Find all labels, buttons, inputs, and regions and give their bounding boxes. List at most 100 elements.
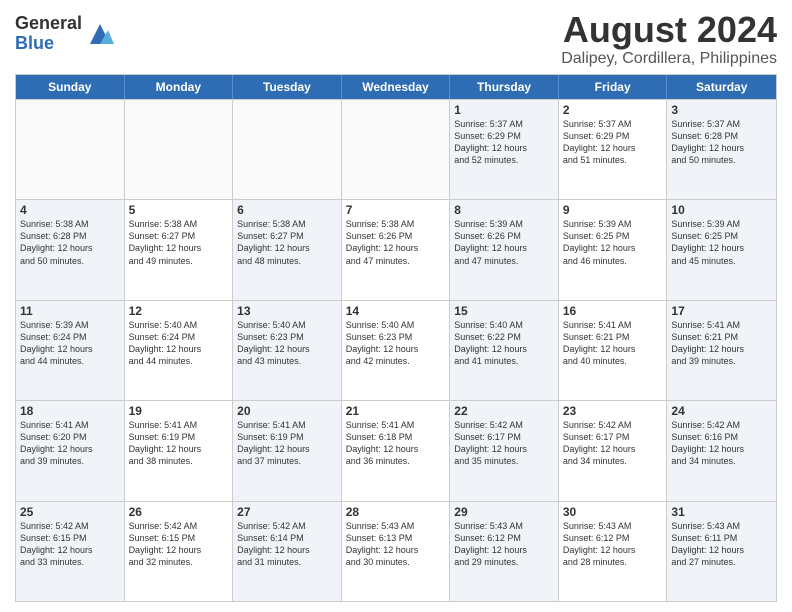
day-cell-19: 19 Sunrise: 5:41 AM Sunset: 6:19 PM Dayli… [125,401,234,500]
day-number: 13 [237,304,337,318]
day-number: 15 [454,304,554,318]
day-cell-23: 23Sunrise: 5:42 AM Sunset: 6:17 PM Dayli… [559,401,668,500]
day-cell-1: 1 Sunrise: 5:37 AM Sunset: 6:29 PM Daylig… [450,100,559,199]
day-cell-22: 22Sunrise: 5:42 AM Sunset: 6:17 PM Dayli… [450,401,559,500]
day-cell-17: 17 Sunrise: 5:41 AM Sunset: 6:21 PM Dayli… [667,301,776,400]
day-number: 4 [20,203,120,217]
day-number: 24 [671,404,772,418]
title-block: August 2024 Dalipey, Cordillera, Philipp… [561,10,777,68]
day-cell-20: 20 Sunrise: 5:41 AM Sunset: 6:19 PM Dayli… [233,401,342,500]
day-number: 21 [346,404,446,418]
week-row-0: 1 Sunrise: 5:37 AM Sunset: 6:29 PM Daylig… [16,99,776,199]
day-cell-13: 13Sunrise: 5:40 AM Sunset: 6:23 PM Dayli… [233,301,342,400]
day-number: 9 [563,203,663,217]
day-info: Sunrise: 5:40 AM Sunset: 6:22 PM Dayligh… [454,320,527,366]
day-number: 30 [563,505,663,519]
day-number: 18 [20,404,120,418]
day-info: Sunrise: 5:38 AM Sunset: 6:27 PM Dayligh… [129,219,202,265]
day-cell-9: 9 Sunrise: 5:39 AM Sunset: 6:25 PM Daylig… [559,200,668,299]
day-cell-16: 16 Sunrise: 5:41 AM Sunset: 6:21 PM Dayli… [559,301,668,400]
day-cell-8: 8Sunrise: 5:39 AM Sunset: 6:26 PM Daylig… [450,200,559,299]
day-info: Sunrise: 5:39 AM Sunset: 6:24 PM Dayligh… [20,320,93,366]
day-cell-28: 28Sunrise: 5:43 AM Sunset: 6:13 PM Dayli… [342,502,451,601]
day-cell-29: 29 Sunrise: 5:43 AM Sunset: 6:12 PM Dayli… [450,502,559,601]
day-info: Sunrise: 5:43 AM Sunset: 6:12 PM Dayligh… [454,521,527,567]
day-number: 23 [563,404,663,418]
day-number: 14 [346,304,446,318]
day-info: Sunrise: 5:42 AM Sunset: 6:15 PM Dayligh… [20,521,93,567]
day-number: 5 [129,203,229,217]
day-number: 11 [20,304,120,318]
day-number: 20 [237,404,337,418]
day-cell-15: 15 Sunrise: 5:40 AM Sunset: 6:22 PM Dayli… [450,301,559,400]
calendar-header: SundayMondayTuesdayWednesdayThursdayFrid… [16,75,776,99]
logo-general: General [15,14,82,34]
logo-text: General Blue [15,14,82,54]
day-header-wednesday: Wednesday [342,75,451,99]
day-cell-7: 7Sunrise: 5:38 AM Sunset: 6:26 PM Daylig… [342,200,451,299]
day-cell-14: 14 Sunrise: 5:40 AM Sunset: 6:23 PM Dayli… [342,301,451,400]
logo-icon [86,20,114,48]
day-number: 25 [20,505,120,519]
day-info: Sunrise: 5:37 AM Sunset: 6:29 PM Dayligh… [454,119,527,165]
empty-cell [125,100,234,199]
day-number: 19 [129,404,229,418]
day-cell-11: 11 Sunrise: 5:39 AM Sunset: 6:24 PM Dayli… [16,301,125,400]
day-cell-24: 24 Sunrise: 5:42 AM Sunset: 6:16 PM Dayli… [667,401,776,500]
day-info: Sunrise: 5:42 AM Sunset: 6:16 PM Dayligh… [671,420,744,466]
day-info: Sunrise: 5:40 AM Sunset: 6:23 PM Dayligh… [346,320,419,366]
day-info: Sunrise: 5:41 AM Sunset: 6:21 PM Dayligh… [671,320,744,366]
day-cell-30: 30 Sunrise: 5:43 AM Sunset: 6:12 PM Dayli… [559,502,668,601]
day-info: Sunrise: 5:37 AM Sunset: 6:29 PM Dayligh… [563,119,636,165]
page: General Blue August 2024 Dalipey, Cordil… [0,0,792,612]
day-cell-4: 4 Sunrise: 5:38 AM Sunset: 6:28 PM Daylig… [16,200,125,299]
day-header-friday: Friday [559,75,668,99]
day-info: Sunrise: 5:40 AM Sunset: 6:24 PM Dayligh… [129,320,202,366]
empty-cell [16,100,125,199]
day-number: 16 [563,304,663,318]
week-row-4: 25 Sunrise: 5:42 AM Sunset: 6:15 PM Dayli… [16,501,776,601]
day-number: 26 [129,505,229,519]
day-cell-31: 31Sunrise: 5:43 AM Sunset: 6:11 PM Dayli… [667,502,776,601]
day-info: Sunrise: 5:42 AM Sunset: 6:14 PM Dayligh… [237,521,310,567]
day-info: Sunrise: 5:41 AM Sunset: 6:18 PM Dayligh… [346,420,419,466]
page-subtitle: Dalipey, Cordillera, Philippines [561,50,777,68]
day-header-tuesday: Tuesday [233,75,342,99]
day-cell-5: 5 Sunrise: 5:38 AM Sunset: 6:27 PM Daylig… [125,200,234,299]
day-info: Sunrise: 5:43 AM Sunset: 6:12 PM Dayligh… [563,521,636,567]
day-header-saturday: Saturday [667,75,776,99]
day-number: 29 [454,505,554,519]
day-cell-10: 10Sunrise: 5:39 AM Sunset: 6:25 PM Dayli… [667,200,776,299]
day-info: Sunrise: 5:39 AM Sunset: 6:25 PM Dayligh… [563,219,636,265]
day-cell-26: 26 Sunrise: 5:42 AM Sunset: 6:15 PM Dayli… [125,502,234,601]
day-info: Sunrise: 5:42 AM Sunset: 6:15 PM Dayligh… [129,521,202,567]
day-cell-2: 2 Sunrise: 5:37 AM Sunset: 6:29 PM Daylig… [559,100,668,199]
logo: General Blue [15,14,114,54]
week-row-2: 11 Sunrise: 5:39 AM Sunset: 6:24 PM Dayli… [16,300,776,400]
day-header-thursday: Thursday [450,75,559,99]
day-info: Sunrise: 5:41 AM Sunset: 6:19 PM Dayligh… [129,420,202,466]
day-info: Sunrise: 5:41 AM Sunset: 6:19 PM Dayligh… [237,420,310,466]
day-info: Sunrise: 5:43 AM Sunset: 6:13 PM Dayligh… [346,521,419,567]
calendar: SundayMondayTuesdayWednesdayThursdayFrid… [15,74,777,602]
empty-cell [342,100,451,199]
empty-cell [233,100,342,199]
day-info: Sunrise: 5:37 AM Sunset: 6:28 PM Dayligh… [671,119,744,165]
day-number: 22 [454,404,554,418]
day-number: 2 [563,103,663,117]
day-cell-6: 6Sunrise: 5:38 AM Sunset: 6:27 PM Daylig… [233,200,342,299]
logo-blue: Blue [15,34,82,54]
header: General Blue August 2024 Dalipey, Cordil… [15,10,777,68]
day-number: 1 [454,103,554,117]
day-number: 12 [129,304,229,318]
day-cell-27: 27Sunrise: 5:42 AM Sunset: 6:14 PM Dayli… [233,502,342,601]
day-cell-25: 25 Sunrise: 5:42 AM Sunset: 6:15 PM Dayli… [16,502,125,601]
day-number: 31 [671,505,772,519]
day-info: Sunrise: 5:38 AM Sunset: 6:28 PM Dayligh… [20,219,93,265]
page-title: August 2024 [561,10,777,50]
day-number: 17 [671,304,772,318]
week-row-3: 18Sunrise: 5:41 AM Sunset: 6:20 PM Dayli… [16,400,776,500]
day-info: Sunrise: 5:41 AM Sunset: 6:21 PM Dayligh… [563,320,636,366]
day-number: 7 [346,203,446,217]
day-number: 10 [671,203,772,217]
